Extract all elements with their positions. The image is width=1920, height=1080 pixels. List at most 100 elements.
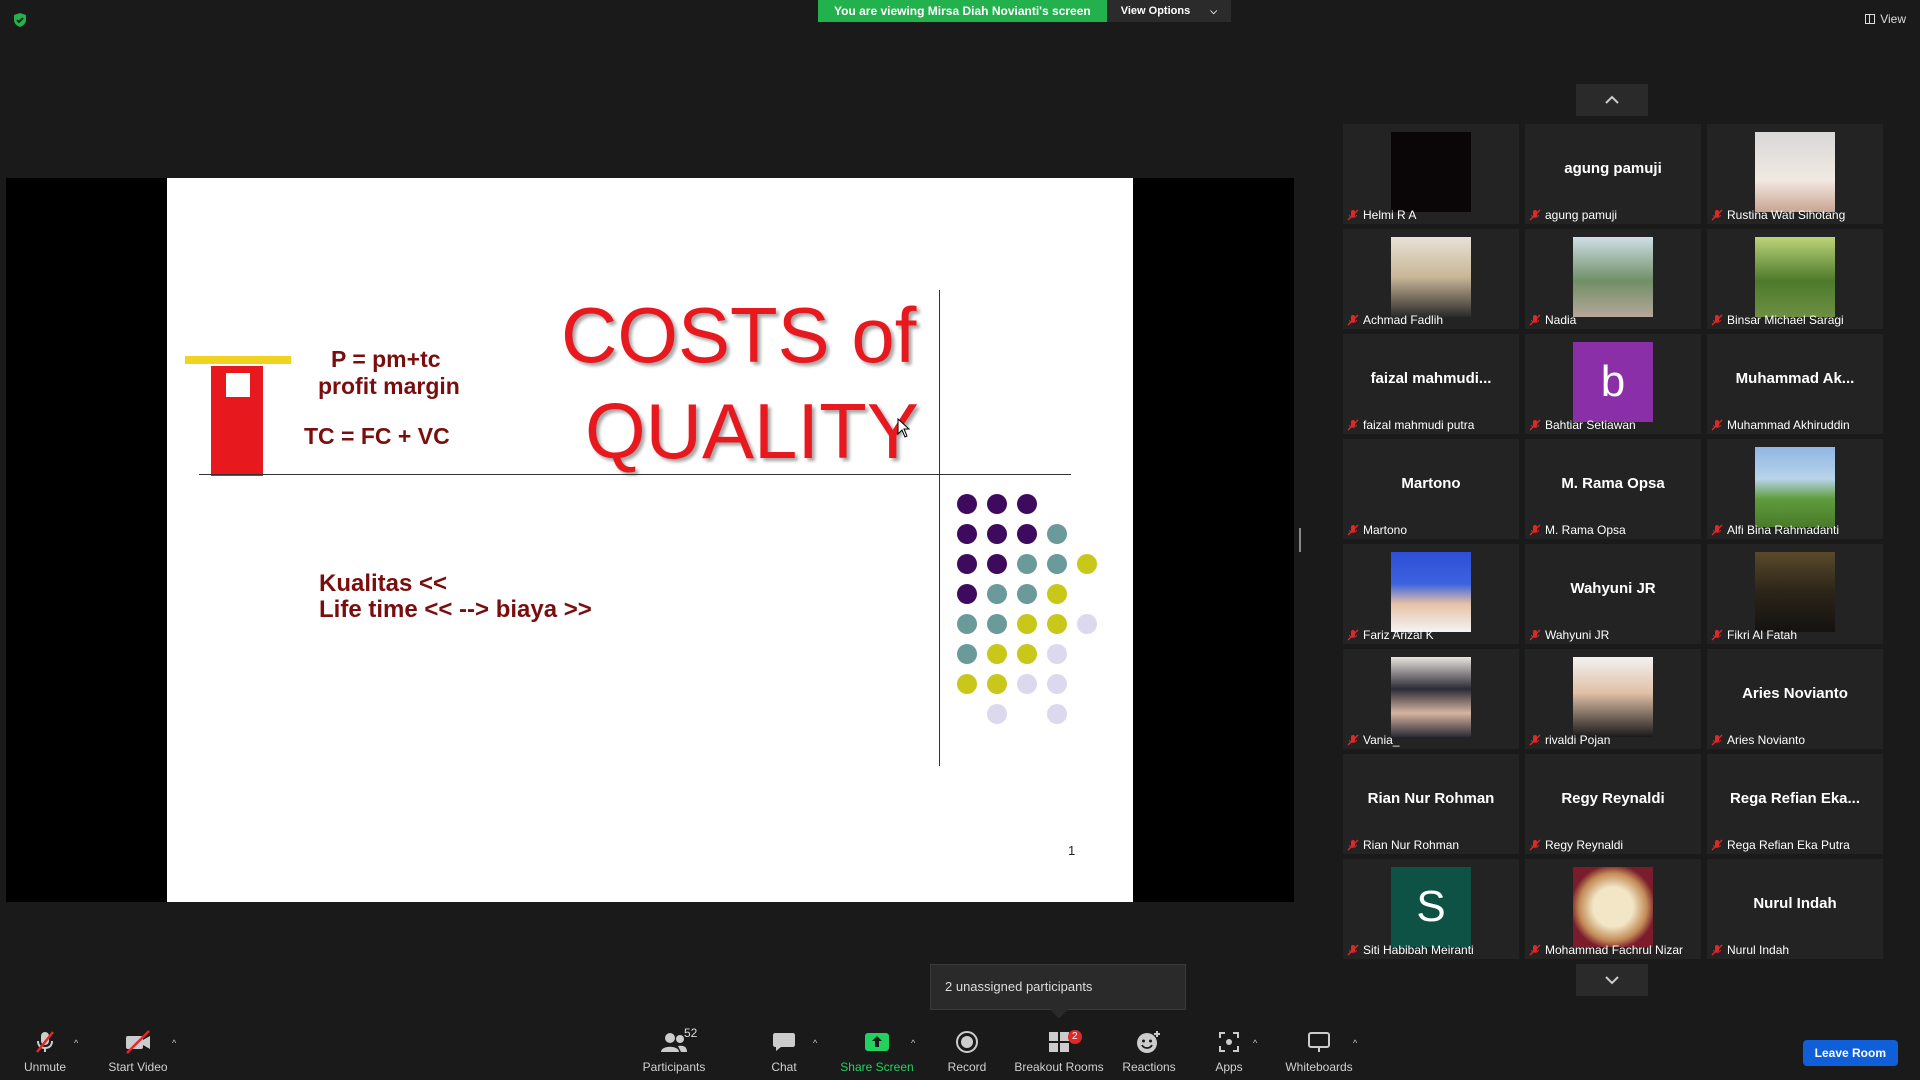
participant-name-label: Nadia (1529, 311, 1576, 329)
video-options-caret-icon[interactable]: ^ (172, 1038, 176, 1048)
participant-tile[interactable]: faizal mahmudi... faizal mahmudi putra (1343, 334, 1519, 434)
audio-options-caret-icon[interactable]: ^ (74, 1038, 78, 1048)
muted-mic-icon (1347, 209, 1359, 221)
slide-page-number: 1 (1068, 843, 1076, 858)
participants-button[interactable]: 52 Participants (629, 1026, 719, 1074)
participant-tile[interactable]: Binsar Michael Saragi (1707, 229, 1883, 329)
participant-name: Bahtiar Setiawan (1545, 418, 1636, 432)
participant-photo (1755, 552, 1835, 632)
participant-tile[interactable]: Martono Martono (1343, 439, 1519, 539)
participant-name: Nurul Indah (1727, 943, 1790, 957)
security-shield-icon[interactable] (12, 12, 28, 28)
participant-photo (1573, 657, 1653, 737)
zoom-window: You are viewing Mirsa Diah Novianti's sc… (0, 0, 1920, 1080)
participant-name: Regy Reynaldi (1545, 838, 1624, 852)
record-button[interactable]: Record (922, 1028, 1012, 1074)
breakout-rooms-button[interactable]: 2 Breakout Rooms (1014, 1028, 1104, 1074)
participant-display-name: Rian Nur Rohman (1367, 790, 1495, 807)
view-options-button[interactable]: View Options ⌵ (1106, 0, 1232, 22)
participant-tile[interactable]: Fariz Arizal K (1343, 544, 1519, 644)
slide-dot (1017, 614, 1037, 634)
share-options-caret-icon[interactable]: ^ (911, 1038, 915, 1048)
participant-name: Alfi Bina Rahmadanti (1727, 523, 1840, 537)
start-video-button[interactable]: Start Video (93, 1028, 183, 1074)
chat-button[interactable]: Chat (739, 1028, 829, 1074)
participant-name-label: Nurul Indah (1711, 941, 1789, 959)
slide-dot (1047, 674, 1067, 694)
gallery-page-down-button[interactable] (1576, 964, 1648, 996)
participant-name-label: Siti Habibah Meiranti (1347, 941, 1474, 959)
view-button[interactable]: View (1865, 12, 1906, 26)
participant-tile[interactable]: Aries Novianto Aries Novianto (1707, 649, 1883, 749)
participant-tile[interactable]: Rian Nur Rohman Rian Nur Rohman (1343, 754, 1519, 854)
muted-mic-icon (1529, 314, 1541, 326)
share-screen-icon (865, 1033, 889, 1051)
view-label: View (1880, 12, 1906, 26)
muted-mic-icon (1711, 314, 1723, 326)
participant-tile[interactable]: Muhammad Ak... Muhammad Akhiruddin (1707, 334, 1883, 434)
participant-name: Aries Novianto (1727, 733, 1806, 747)
unmute-button[interactable]: Unmute (0, 1028, 90, 1074)
slide-dot (1017, 584, 1037, 604)
slide-dot (957, 674, 977, 694)
meeting-toolbar: Unmute ^ Start Video ^ 52 Participants C… (0, 1020, 1920, 1080)
participant-tile[interactable]: Nadia (1525, 229, 1701, 329)
muted-mic-icon (1347, 839, 1359, 851)
participant-tile[interactable]: Vania_ (1343, 649, 1519, 749)
reactions-button[interactable]: Reactions (1104, 1028, 1194, 1074)
slide-dot (1047, 584, 1067, 604)
participant-tile[interactable]: Regy Reynaldi Regy Reynaldi (1525, 754, 1701, 854)
participant-name: Fariz Arizal K (1363, 628, 1434, 642)
participant-tile[interactable]: Alfi Bina Rahmadanti (1707, 439, 1883, 539)
muted-mic-icon (1347, 419, 1359, 431)
participant-tile[interactable]: Helmi R A (1343, 124, 1519, 224)
slide-formula-price: P = pm+tc (331, 346, 441, 372)
viewing-text: You are viewing Mirsa Diah Novianti's sc… (818, 0, 1107, 22)
slide-dot (1047, 614, 1067, 634)
participant-tile[interactable]: Wahyuni JR Wahyuni JR (1525, 544, 1701, 644)
participant-name-label: Achmad Fadlih (1347, 311, 1443, 329)
slide-horizontal-rule (199, 474, 1071, 475)
participant-tile[interactable]: Nurul Indah Nurul Indah (1707, 859, 1883, 959)
panel-resize-handle[interactable] (1299, 528, 1301, 552)
chat-options-caret-icon[interactable]: ^ (813, 1038, 817, 1048)
gallery-page-up-button[interactable] (1576, 84, 1648, 116)
participant-tile[interactable]: Rustina Wati Sihotang (1707, 124, 1883, 224)
slide-bullet-lifetime: Life time << --> biaya >> (319, 596, 592, 623)
participant-tile[interactable]: rivaldi Pojan (1525, 649, 1701, 749)
apps-options-caret-icon[interactable]: ^ (1253, 1038, 1257, 1048)
slide-dot (1047, 644, 1067, 664)
apps-button[interactable]: Apps (1184, 1028, 1274, 1074)
participant-name: Vania_ (1363, 733, 1400, 747)
slide-dot (957, 584, 977, 604)
participant-tile[interactable]: Achmad Fadlih (1343, 229, 1519, 329)
muted-mic-icon (1711, 944, 1723, 956)
participant-name: Martono (1363, 523, 1408, 537)
participant-name-label: Vania_ (1347, 731, 1399, 749)
slide-dot (987, 524, 1007, 544)
share-screen-button[interactable]: Share Screen (832, 1028, 922, 1074)
participant-name-label: Muhammad Akhiruddin (1711, 416, 1850, 434)
start-video-label: Start Video (108, 1060, 168, 1074)
leave-room-button[interactable]: Leave Room (1802, 1040, 1898, 1066)
participant-tile[interactable]: S Siti Habibah Meiranti (1343, 859, 1519, 959)
participant-tile[interactable]: Mohammad Fachrul Nizar (1525, 859, 1701, 959)
participant-name: rivaldi Pojan (1545, 733, 1611, 747)
participant-name: M. Rama Opsa (1545, 523, 1626, 537)
participant-name-label: Bahtiar Setiawan (1529, 416, 1636, 434)
whiteboards-button[interactable]: Whiteboards (1274, 1028, 1364, 1074)
participant-tile[interactable]: Fikri Al Fatah (1707, 544, 1883, 644)
participant-photo (1391, 132, 1471, 212)
participant-tile[interactable]: b Bahtiar Setiawan (1525, 334, 1701, 434)
reactions-label: Reactions (1122, 1060, 1176, 1074)
chevron-down-icon: ⌵ (1210, 6, 1218, 16)
participant-tile[interactable]: Rega Refian Eka... Rega Refian Eka Putra (1707, 754, 1883, 854)
slide-title-line2: QUALITY (585, 387, 919, 475)
muted-mic-icon (1711, 209, 1723, 221)
whiteboard-options-caret-icon[interactable]: ^ (1353, 1038, 1357, 1048)
chat-label: Chat (771, 1060, 797, 1074)
whiteboard-icon (1308, 1032, 1330, 1052)
participant-initial-avatar: b (1573, 342, 1653, 422)
participant-tile[interactable]: agung pamuji agung pamuji (1525, 124, 1701, 224)
participant-tile[interactable]: M. Rama Opsa M. Rama Opsa (1525, 439, 1701, 539)
